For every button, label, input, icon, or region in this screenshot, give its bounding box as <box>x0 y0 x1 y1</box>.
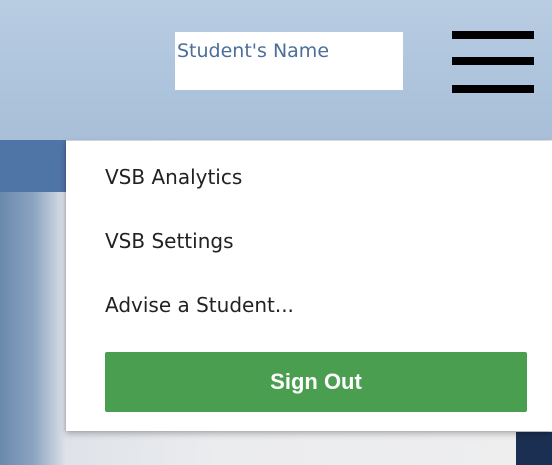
hamburger-menu-icon[interactable] <box>452 31 534 97</box>
hamburger-bar-middle <box>452 57 534 65</box>
menu-item-vsb-analytics[interactable]: VSB Analytics <box>105 163 242 191</box>
student-name-placeholder: Student's Name <box>177 40 330 62</box>
student-name-field[interactable]: Student's Name <box>175 32 403 90</box>
background-dark-panel <box>516 432 552 465</box>
hamburger-bar-bottom <box>452 85 534 93</box>
sign-out-button[interactable]: Sign Out <box>105 352 527 412</box>
dropdown-menu: VSB Analytics VSB Settings Advise a Stud… <box>66 141 552 431</box>
menu-item-advise-student[interactable]: Advise a Student... <box>105 291 294 319</box>
hamburger-bar-top <box>452 31 534 39</box>
menu-item-vsb-settings[interactable]: VSB Settings <box>105 227 234 255</box>
background-accent-strip <box>0 140 66 192</box>
